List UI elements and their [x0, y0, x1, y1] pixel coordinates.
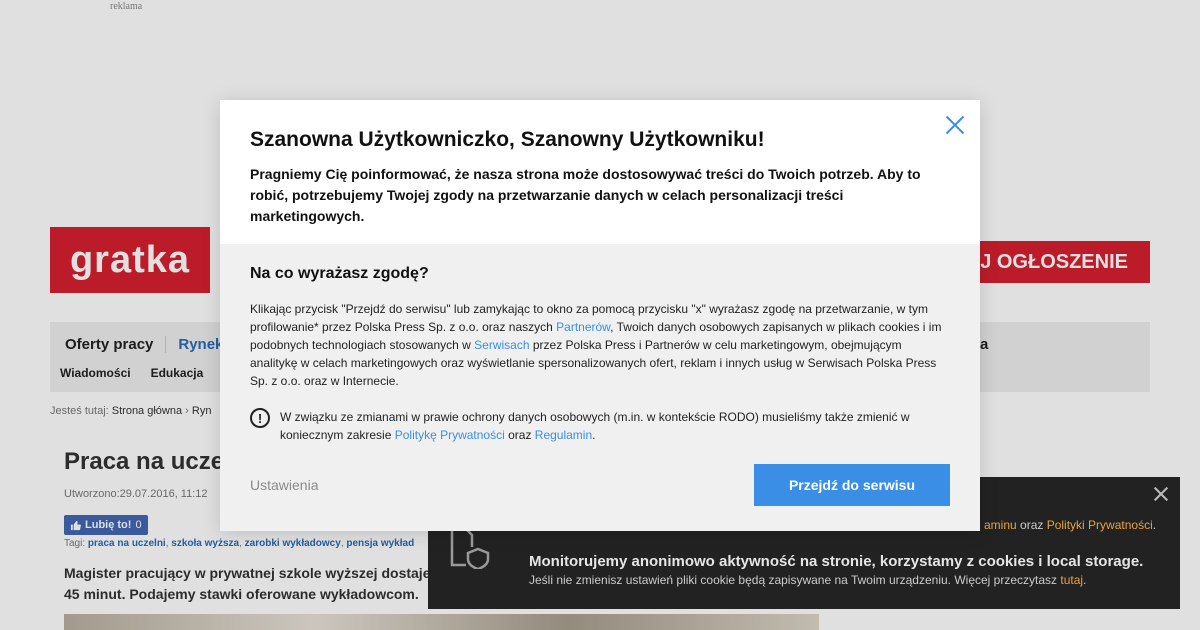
notice-text-part: oraz	[504, 428, 535, 442]
terms-link[interactable]: Regulamin	[535, 428, 592, 442]
consent-modal: Szanowna Użytkowniczko, Szanowny Użytkow…	[220, 100, 980, 531]
consent-text: Klikając przycisk "Przejdź do serwisu" l…	[250, 300, 950, 390]
cookie-text: Jeśli nie zmienisz ustawień pliki cookie…	[529, 573, 1086, 587]
settings-link[interactable]: Ustawienia	[250, 477, 318, 493]
enter-site-button[interactable]: Przejdź do serwisu	[754, 464, 950, 506]
cookie-text-body: Jeśli nie zmienisz ustawień pliki cookie…	[529, 573, 1061, 587]
modal-intro: Pragniemy Cię poinformować, że nasza str…	[250, 166, 921, 224]
rodo-notice: W związku ze zmianami w prawie ochrony d…	[280, 408, 950, 444]
cookie-privacy-link[interactable]: Polityki Prywatności	[1047, 518, 1153, 532]
modal-title: Szanowna Użytkowniczko, Szanowny Użytkow…	[250, 128, 765, 151]
cookie-terms-link[interactable]: aminu	[984, 518, 1017, 532]
partners-link[interactable]: Partnerów	[556, 320, 610, 334]
modal-body: Na co wyrażasz zgodę? Klikając przycisk …	[220, 244, 980, 531]
cookie-text-period: .	[1083, 573, 1087, 587]
close-icon[interactable]	[1152, 485, 1170, 503]
exclamation-circle-icon: !	[250, 408, 270, 428]
cookie-more-link[interactable]: tutaj	[1060, 573, 1083, 587]
cookie-text-end: .	[1152, 518, 1157, 532]
consent-question: Na co wyrażasz zgodę?	[250, 265, 429, 282]
notice-text-part: .	[592, 428, 596, 442]
services-link[interactable]: Serwisach	[474, 338, 529, 352]
close-icon[interactable]	[946, 115, 964, 133]
modal-header: Szanowna Użytkowniczko, Szanowny Użytkow…	[220, 100, 980, 244]
privacy-policy-link[interactable]: Politykę Prywatności	[395, 428, 505, 442]
cookie-legal-text: aminu oraz Polityki Prywatności.	[984, 518, 1156, 532]
shield-document-icon	[450, 527, 490, 569]
cookie-heading: Monitorujemy anonimowo aktywność na stro…	[529, 553, 1144, 570]
cookie-text-mid: oraz	[1016, 518, 1047, 532]
